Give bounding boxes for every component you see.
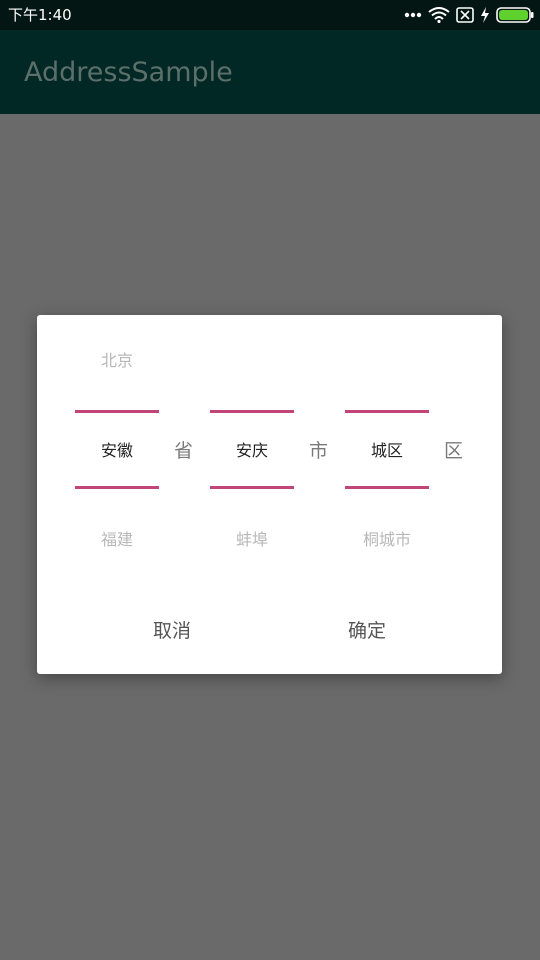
wifi-icon (428, 7, 450, 23)
cancel-button[interactable]: 取消 (112, 615, 232, 647)
confirm-button[interactable]: 确定 (307, 615, 427, 647)
more-dots-icon (404, 12, 422, 18)
province-picker[interactable]: 北京 安徽 福建 (75, 315, 159, 575)
district-divider-bottom (345, 486, 429, 489)
city-option-below[interactable]: 蚌埠 (210, 530, 294, 550)
province-option-below[interactable]: 福建 (75, 530, 159, 550)
status-icons (404, 5, 534, 25)
city-option-selected[interactable]: 安庆 (210, 441, 294, 461)
address-picker-dialog: 北京 安徽 福建 省 安庆 蚌埠 市 城区 桐城市 区 取消 确定 (37, 315, 502, 674)
district-divider-top (345, 410, 429, 413)
city-divider-bottom (210, 486, 294, 489)
province-option-selected[interactable]: 安徽 (75, 441, 159, 461)
sim-blocked-icon (456, 7, 474, 23)
city-divider-top (210, 410, 294, 413)
city-unit-label: 市 (309, 440, 329, 462)
app-bar: AddressSample (0, 30, 540, 114)
status-time: 下午1:40 (8, 6, 72, 24)
charging-bolt-icon (480, 7, 490, 23)
district-picker[interactable]: 城区 桐城市 (345, 315, 429, 575)
province-divider-bottom (75, 486, 159, 489)
app-title: AddressSample (24, 57, 233, 88)
battery-icon (496, 7, 534, 23)
province-unit-label: 省 (174, 440, 194, 462)
city-picker[interactable]: 安庆 蚌埠 (210, 315, 294, 575)
district-option-below[interactable]: 桐城市 (345, 530, 429, 550)
status-bar: 下午1:40 (0, 0, 540, 30)
province-divider-top (75, 410, 159, 413)
district-option-selected[interactable]: 城区 (345, 441, 429, 461)
district-unit-label: 区 (444, 440, 464, 462)
province-option-above[interactable]: 北京 (75, 351, 159, 371)
